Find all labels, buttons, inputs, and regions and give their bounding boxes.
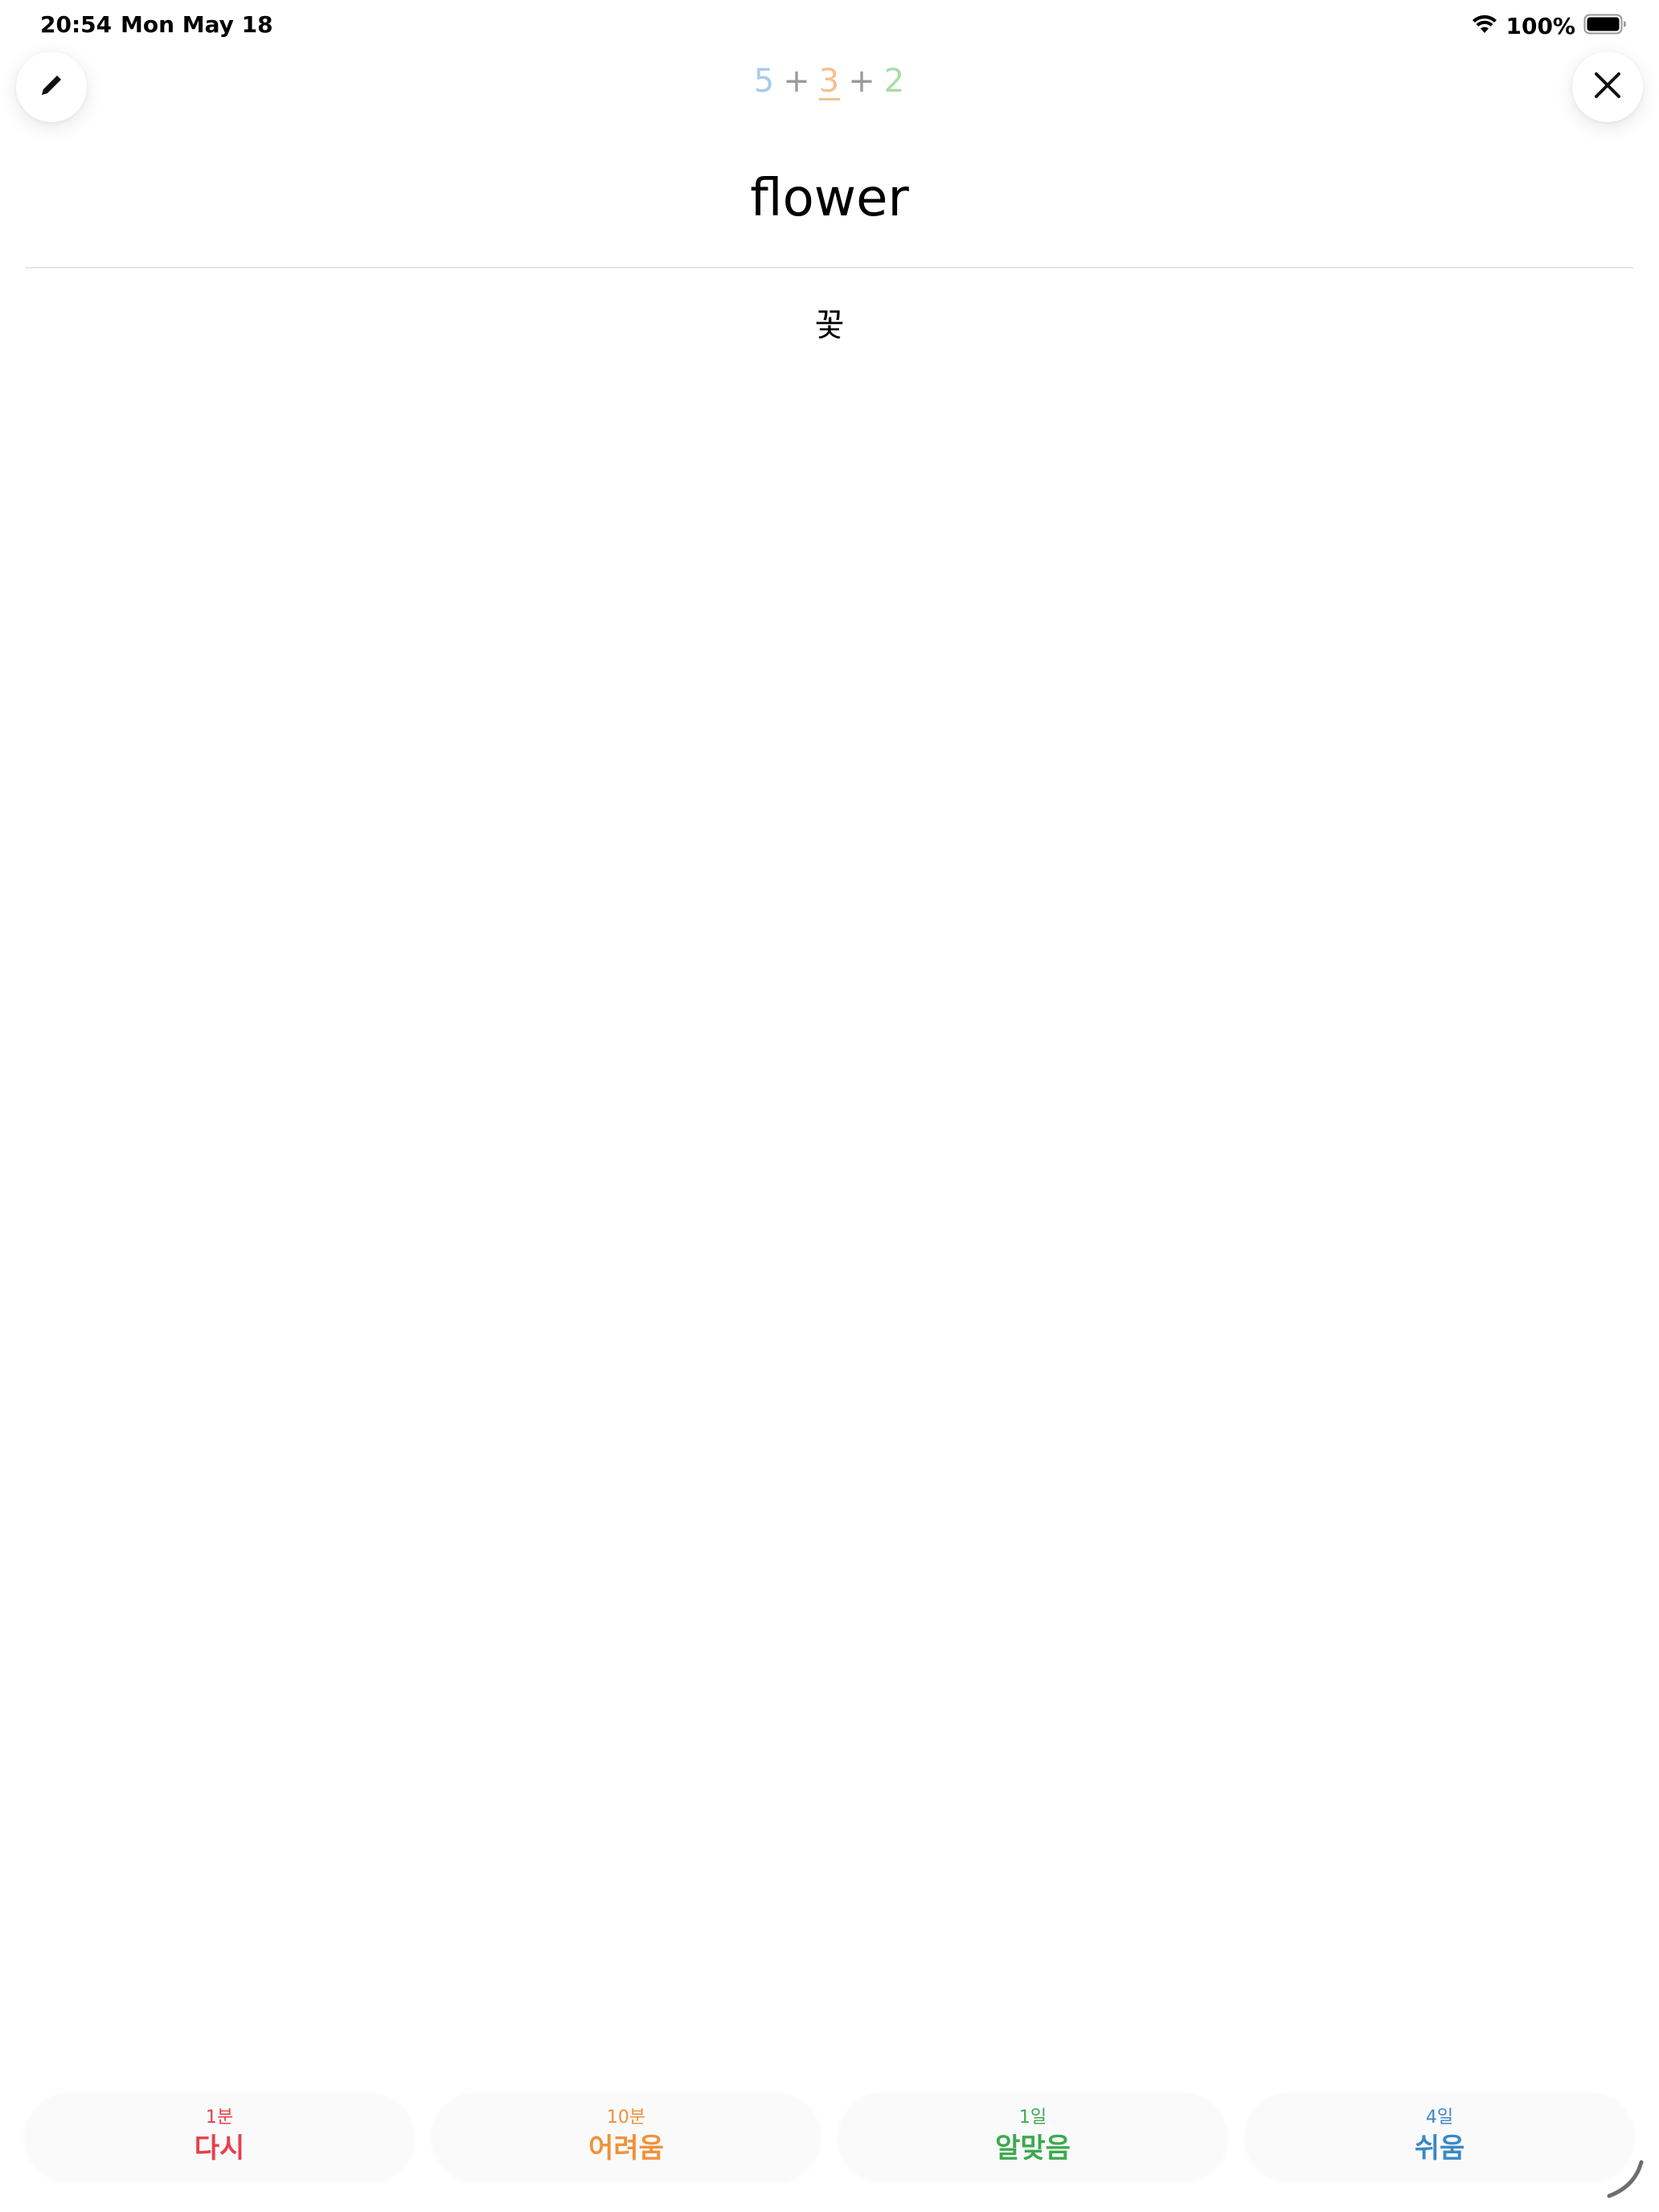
due-counter: 5 +3 +2: [0, 63, 1659, 100]
close-icon: [1591, 69, 1624, 104]
good-button[interactable]: 1일 알맞음: [839, 2093, 1227, 2180]
card-front: flower: [750, 169, 909, 228]
hard-interval: 10분: [606, 2108, 646, 2128]
battery-icon: [1583, 14, 1627, 38]
hard-label: 어려움: [588, 2132, 664, 2165]
status-date: Mon May 18: [121, 11, 273, 38]
new-count: 5: [753, 63, 776, 100]
learning-count: 3: [818, 63, 841, 100]
battery-percentage: 100%: [1505, 12, 1575, 39]
good-label: 알맞음: [995, 2132, 1071, 2165]
again-button[interactable]: 1분 다시: [26, 2093, 413, 2180]
good-interval: 1일: [1018, 2108, 1047, 2128]
close-button[interactable]: [1572, 51, 1643, 122]
easy-interval: 4일: [1425, 2108, 1454, 2128]
card-back: 꽃: [814, 307, 845, 344]
again-label: 다시: [194, 2132, 245, 2165]
counter-separator: +: [783, 63, 811, 100]
hard-button[interactable]: 10분 어려움: [432, 2093, 820, 2180]
easy-button[interactable]: 4일 쉬움: [1246, 2093, 1633, 2180]
status-indicators: 100%: [1472, 10, 1627, 42]
status-bar: 20:54 Mon May 18 100%: [0, 0, 1659, 51]
again-interval: 1분: [205, 2108, 234, 2128]
easy-label: 쉬움: [1414, 2132, 1465, 2165]
answer-divider: [26, 267, 1633, 268]
counter-separator: +: [848, 63, 876, 100]
wifi-icon: [1472, 14, 1497, 38]
status-time: 20:54: [40, 11, 113, 38]
answer-bar: 1분 다시 10분 어려움 1일 알맞음 4일 쉬움: [26, 2093, 1633, 2180]
review-count: 2: [883, 63, 906, 100]
corner-gesture-indicator[interactable]: [1603, 2157, 1648, 2206]
review-screen: 20:54 Mon May 18 100% 5 + 3 + 2 flower 꽃…: [0, 0, 1659, 2212]
